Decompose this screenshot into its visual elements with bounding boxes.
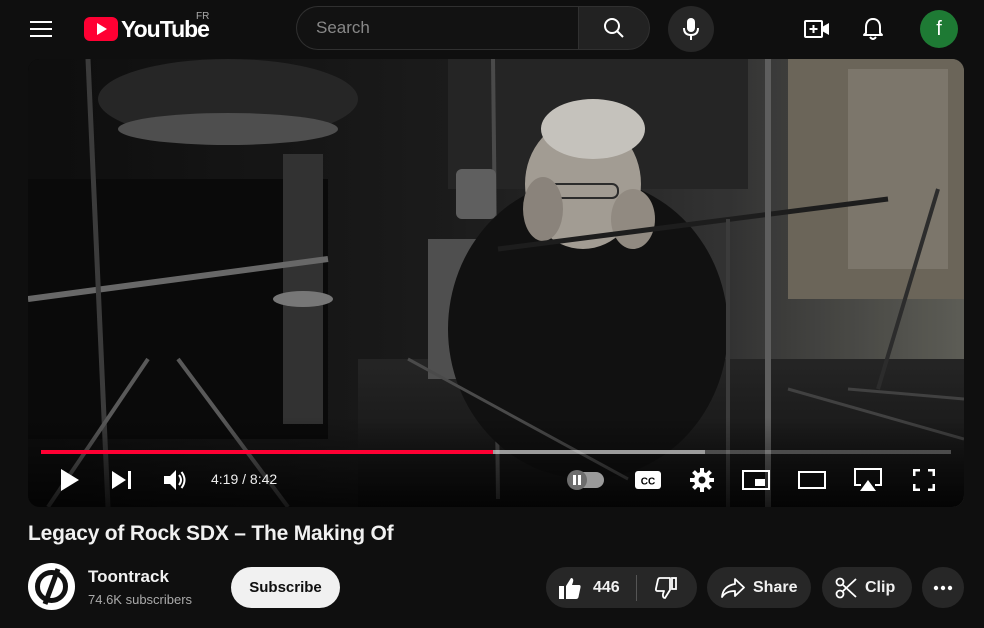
volume-icon <box>164 470 186 490</box>
search-button[interactable] <box>578 6 650 50</box>
create-video-icon <box>804 20 829 38</box>
voice-search-button[interactable] <box>668 6 714 52</box>
time-display: 4:19 / 8:42 <box>211 471 277 487</box>
time-total: 8:42 <box>249 471 278 487</box>
microphone-icon <box>683 18 699 40</box>
bell-icon <box>863 18 883 40</box>
volume-button[interactable] <box>158 462 194 498</box>
subscribe-button[interactable]: Subscribe <box>231 567 340 608</box>
fullscreen-icon <box>913 469 935 491</box>
airplay-icon <box>854 468 882 491</box>
channel-avatar[interactable] <box>28 563 75 610</box>
miniplayer-icon <box>742 470 770 490</box>
pause-icon <box>573 475 581 485</box>
like-count: 446 <box>593 578 620 596</box>
channel-name[interactable]: Toontrack <box>88 567 169 587</box>
autoplay-toggle[interactable] <box>567 470 604 490</box>
captions-button[interactable]: CC <box>630 462 666 498</box>
top-bar: YouTube FR f <box>0 0 984 58</box>
dislike-button[interactable] <box>637 567 695 608</box>
svg-text:CC: CC <box>641 477 655 488</box>
notifications-button[interactable] <box>852 8 894 50</box>
next-icon <box>112 471 131 489</box>
youtube-play-logo-icon <box>84 17 118 41</box>
search-input[interactable] <box>316 18 556 38</box>
progress-bar[interactable] <box>41 450 951 454</box>
toontrack-logo-icon <box>30 565 73 608</box>
more-actions-button[interactable] <box>922 567 964 608</box>
share-label: Share <box>753 578 798 596</box>
time-current: 4:19 <box>211 471 239 487</box>
clip-button[interactable]: Clip <box>822 567 912 608</box>
play-button[interactable] <box>52 462 88 498</box>
play-icon <box>61 469 79 491</box>
share-button[interactable]: Share <box>707 567 811 608</box>
thumbs-up-icon <box>559 577 581 599</box>
video-title: Legacy of Rock SDX – The Making Of <box>28 522 394 545</box>
fullscreen-button[interactable] <box>906 462 942 498</box>
account-avatar[interactable]: f <box>920 10 958 48</box>
theater-icon <box>798 471 826 489</box>
clip-label: Clip <box>865 578 896 596</box>
video-player[interactable]: 4:19 / 8:42 CC <box>28 59 964 507</box>
subscriber-count: 74.6K subscribers <box>88 592 193 607</box>
cc-icon: CC <box>635 471 661 489</box>
airplay-button[interactable] <box>850 462 886 498</box>
search-box <box>296 6 578 50</box>
region-code: FR <box>196 11 210 22</box>
settings-icon <box>690 468 714 492</box>
progress-played <box>41 450 494 454</box>
share-icon <box>721 577 745 598</box>
next-button[interactable] <box>104 462 140 498</box>
settings-button[interactable] <box>684 462 720 498</box>
scissors-icon <box>835 577 857 598</box>
theater-mode-button[interactable] <box>794 462 830 498</box>
like-dislike-group: 446 <box>546 567 697 608</box>
search-icon <box>604 18 624 38</box>
create-button[interactable] <box>796 8 838 50</box>
miniplayer-button[interactable] <box>738 462 774 498</box>
time-separator: / <box>238 471 250 487</box>
more-horizontal-icon <box>933 585 953 590</box>
like-button[interactable]: 446 <box>546 567 636 608</box>
menu-icon[interactable] <box>20 8 62 50</box>
autoplay-knob <box>567 470 587 490</box>
youtube-logo[interactable]: YouTube <box>84 14 210 44</box>
thumbs-down-icon <box>655 576 677 599</box>
